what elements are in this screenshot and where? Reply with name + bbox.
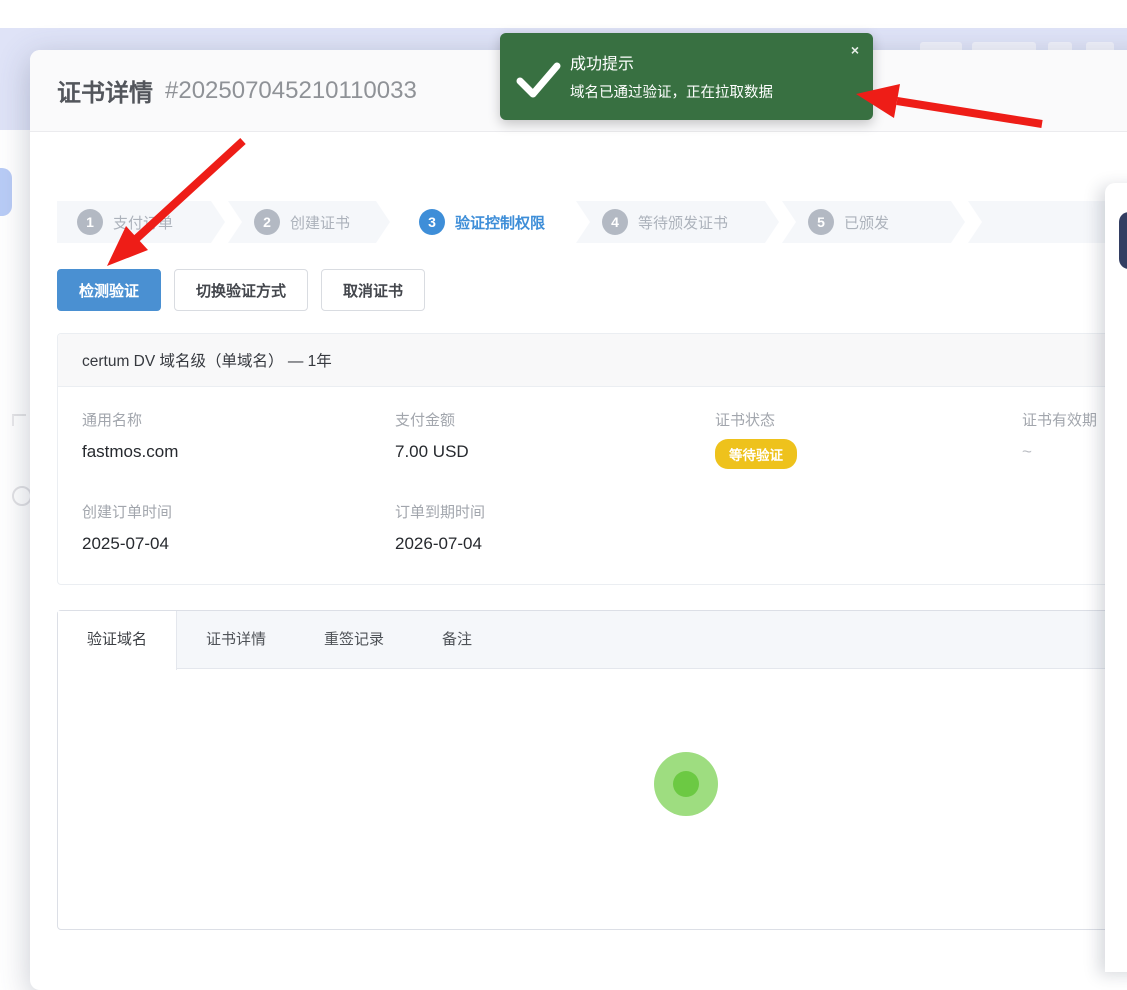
tab-resign-record[interactable]: 重签记录 bbox=[295, 611, 413, 668]
check-icon bbox=[512, 53, 564, 105]
step-verify-control: 3 验证控制权限 bbox=[393, 201, 573, 243]
success-toast: 成功提示 域名已通过验证，正在拉取数据 × bbox=[500, 33, 873, 120]
sidebar-active-item-edge[interactable] bbox=[0, 168, 12, 216]
step-label: 支付订单 bbox=[113, 212, 173, 233]
tab-content-area bbox=[58, 669, 1127, 929]
field-value: 2025-07-04 bbox=[82, 534, 395, 554]
step-label: 已颁发 bbox=[844, 212, 889, 233]
step-number-badge: 2 bbox=[254, 209, 280, 235]
loading-spinner bbox=[654, 752, 718, 816]
switch-verify-method-button[interactable]: 切换验证方式 bbox=[174, 269, 308, 311]
field-cert-validity: 证书有效期 ~ bbox=[1022, 409, 1108, 469]
modal-title: 证书详情 bbox=[57, 73, 153, 108]
step-wizard: 1 支付订单 2 创建证书 3 验证控制权限 4 等待颁发证书 5 已颁发 bbox=[57, 201, 1127, 243]
action-button-row: 检测验证 切换验证方式 取消证书 bbox=[57, 269, 1127, 311]
field-common-name: 通用名称 fastmos.com bbox=[82, 409, 395, 469]
step-pay-order: 1 支付订单 bbox=[57, 201, 225, 243]
detail-tabs-card: 验证域名 证书详情 重签记录 备注 bbox=[57, 610, 1127, 930]
step-number-badge: 4 bbox=[602, 209, 628, 235]
field-value: 7.00 USD bbox=[395, 442, 715, 462]
field-cert-status: 证书状态 等待验证 bbox=[715, 409, 1022, 469]
step-number-badge: 3 bbox=[419, 209, 445, 235]
status-badge: 等待验证 bbox=[715, 439, 797, 469]
step-number-badge: 5 bbox=[808, 209, 834, 235]
grid-spacer bbox=[715, 501, 1022, 554]
field-label: 创建订单时间 bbox=[82, 501, 395, 522]
grid-spacer bbox=[1022, 501, 1108, 554]
tab-cert-detail[interactable]: 证书详情 bbox=[177, 611, 295, 668]
field-label: 证书状态 bbox=[715, 409, 1022, 430]
detect-verify-button[interactable]: 检测验证 bbox=[57, 269, 161, 311]
step-wait-issue: 4 等待颁发证书 bbox=[576, 201, 779, 243]
order-number: #202507045210110033 bbox=[165, 77, 417, 105]
tab-bar: 验证域名 证书详情 重签记录 备注 bbox=[58, 611, 1127, 669]
certificate-info-panel: certum DV 域名级（单域名） — 1年 通用名称 fastmos.com… bbox=[57, 333, 1127, 585]
product-title: certum DV 域名级（单域名） — 1年 bbox=[58, 334, 1127, 387]
step-number-badge: 1 bbox=[77, 209, 103, 235]
sidebar-circle-icon bbox=[12, 486, 32, 506]
step-label: 等待颁发证书 bbox=[638, 212, 728, 233]
certificate-detail-modal: 证书详情 #202507045210110033 1 支付订单 2 创建证书 3… bbox=[30, 50, 1127, 990]
tab-verify-domain[interactable]: 验证域名 bbox=[58, 611, 177, 670]
field-payment-amount: 支付金额 7.00 USD bbox=[395, 409, 715, 469]
tab-remark[interactable]: 备注 bbox=[413, 611, 501, 668]
toast-close-icon[interactable]: × bbox=[851, 43, 859, 57]
field-label: 证书有效期 bbox=[1022, 409, 1108, 430]
side-panel-button[interactable] bbox=[1119, 212, 1127, 269]
sidebar-glyph-fragment bbox=[12, 414, 26, 426]
toast-title: 成功提示 bbox=[570, 50, 634, 74]
field-order-expiry: 订单到期时间 2026-07-04 bbox=[395, 501, 715, 554]
loading-spinner-core bbox=[673, 771, 699, 797]
step-label: 验证控制权限 bbox=[455, 212, 545, 233]
cancel-certificate-button[interactable]: 取消证书 bbox=[321, 269, 425, 311]
modal-body: 1 支付订单 2 创建证书 3 验证控制权限 4 等待颁发证书 5 已颁发 .s… bbox=[30, 201, 1127, 930]
step-issued: 5 已颁发 bbox=[782, 201, 965, 243]
field-value: 2026-07-04 bbox=[395, 534, 715, 554]
field-value: ~ bbox=[1022, 442, 1108, 462]
toast-message: 域名已通过验证，正在拉取数据 bbox=[570, 81, 773, 102]
step-label: 创建证书 bbox=[290, 212, 350, 233]
field-label: 通用名称 bbox=[82, 409, 395, 430]
step-bar-filler bbox=[968, 201, 1127, 243]
field-label: 支付金额 bbox=[395, 409, 715, 430]
field-order-created: 创建订单时间 2025-07-04 bbox=[82, 501, 395, 554]
certificate-fields-grid: 通用名称 fastmos.com 支付金额 7.00 USD 证书状态 等待验证… bbox=[58, 387, 1127, 584]
right-side-panel bbox=[1105, 183, 1127, 972]
field-value: fastmos.com bbox=[82, 442, 395, 462]
browser-top-strip bbox=[0, 0, 1127, 28]
step-create-cert: 2 创建证书 bbox=[228, 201, 390, 243]
field-label: 订单到期时间 bbox=[395, 501, 715, 522]
